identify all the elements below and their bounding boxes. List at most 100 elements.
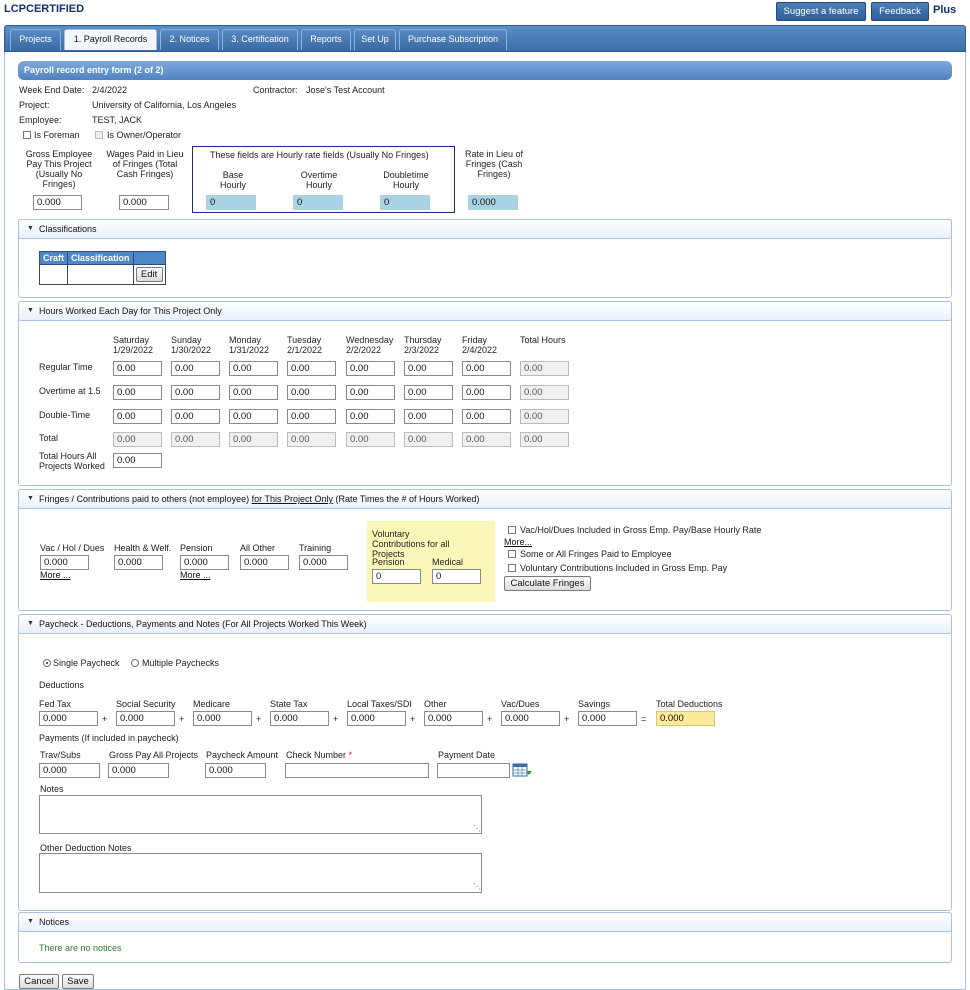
is-owner-checkbox[interactable] — [95, 131, 103, 139]
pension-input[interactable]: 0.000 — [180, 555, 229, 570]
hours-input[interactable]: 0.00 — [229, 409, 278, 424]
hours-input[interactable]: 0.00 — [171, 432, 220, 447]
paycheck-header[interactable]: ▼ Paycheck - Deductions, Payments and No… — [18, 614, 952, 634]
hours-input[interactable]: 0.00 — [113, 361, 162, 376]
hours-input[interactable]: 0.00 — [346, 432, 395, 447]
other-input[interactable]: 0.000 — [424, 711, 483, 726]
hours-input[interactable]: 0.00 — [404, 432, 453, 447]
hours-input[interactable]: 0.00 — [462, 432, 511, 447]
single-paycheck-radio[interactable] — [43, 659, 51, 667]
tab-notices[interactable]: 2. Notices — [160, 29, 219, 50]
hours-input[interactable]: 0.00 — [171, 409, 220, 424]
notices-header[interactable]: ▼ Notices — [18, 912, 952, 932]
vol-pension-input[interactable]: 0 — [372, 569, 421, 584]
gross-all-input[interactable]: 0.000 — [108, 763, 169, 778]
feedback-button[interactable]: Feedback — [871, 2, 929, 21]
tab-projects[interactable]: Projects — [10, 29, 61, 50]
tab-setup[interactable]: Set Up — [354, 29, 396, 50]
tab-certification[interactable]: 3. Certification — [222, 29, 298, 50]
all-other-input[interactable]: 0.000 — [240, 555, 289, 570]
resize-grip-icon[interactable]: ⋱ — [473, 824, 481, 833]
hours-input[interactable]: 0.00 — [287, 361, 336, 376]
hours-input[interactable]: 0.00 — [113, 385, 162, 400]
fed-tax-input[interactable]: 0.000 — [39, 711, 98, 726]
suggest-feature-button[interactable]: Suggest a feature — [776, 2, 866, 21]
total-deductions-input[interactable]: 0.000 — [656, 711, 715, 726]
hours-input[interactable]: 0.00 — [113, 432, 162, 447]
resize-grip-icon[interactable]: ⋱ — [473, 882, 481, 891]
hours-input[interactable]: 0.00 — [171, 385, 220, 400]
gross-pay-input[interactable]: 0.000 — [33, 195, 82, 210]
some-fringes-checkbox[interactable] — [508, 550, 516, 558]
hours-input[interactable]: 0.00 — [287, 409, 336, 424]
base-hourly-input[interactable]: 0 — [206, 195, 256, 210]
notes-textarea[interactable] — [39, 795, 482, 834]
paycheck-amount-input[interactable]: 0.000 — [205, 763, 266, 778]
cancel-button[interactable]: Cancel — [19, 974, 59, 989]
day-name: Sunday — [171, 335, 202, 345]
some-fringes-label: Some or All Fringes Paid to Employee — [520, 549, 672, 559]
vol-medical-input[interactable]: 0 — [432, 569, 481, 584]
tab-reports[interactable]: Reports — [301, 29, 351, 50]
doubletime-hourly-input[interactable]: 0 — [380, 195, 430, 210]
local-taxes-sdi-input[interactable]: 0.000 — [347, 711, 406, 726]
vac-more-link[interactable]: More ... — [40, 570, 71, 580]
hours-input[interactable]: 0.00 — [171, 361, 220, 376]
hours-input[interactable]: 0.00 — [287, 385, 336, 400]
day-name: Monday — [229, 335, 262, 345]
hours-row-total[interactable]: 0.00 — [520, 385, 569, 400]
hours-input[interactable]: 0.00 — [462, 409, 511, 424]
classifications-header[interactable]: ▼ Classifications — [18, 219, 952, 239]
hours-row-total[interactable]: 0.00 — [520, 361, 569, 376]
hours-input[interactable]: 0.00 — [462, 385, 511, 400]
hours-row-total[interactable]: 0.00 — [520, 409, 569, 424]
overtime-hourly-input[interactable]: 0 — [293, 195, 343, 210]
hours-input[interactable]: 0.00 — [404, 409, 453, 424]
multiple-paychecks-radio[interactable] — [131, 659, 139, 667]
hours-input[interactable]: 0.00 — [229, 361, 278, 376]
vac-input[interactable]: 0.000 — [40, 555, 89, 570]
hours-row-total[interactable]: 0.00 — [520, 432, 569, 447]
calendar-icon[interactable] — [512, 762, 532, 778]
pension-more-link[interactable]: More ... — [180, 570, 211, 580]
rate-lieu-input[interactable]: 0.000 — [468, 195, 518, 210]
tab-purchase-subscription[interactable]: Purchase Subscription — [399, 29, 507, 50]
trav-subs-input[interactable]: 0.000 — [39, 763, 100, 778]
check-number-input[interactable] — [285, 763, 429, 778]
all-projects-hours-input[interactable]: 0.00 — [113, 453, 162, 468]
calculate-fringes-button[interactable]: Calculate Fringes — [504, 576, 591, 591]
medicare-input[interactable]: 0.000 — [193, 711, 252, 726]
week-end-value: 2/4/2022 — [92, 85, 128, 95]
hours-header[interactable]: ▼ Hours Worked Each Day for This Project… — [18, 301, 952, 321]
hours-input[interactable]: 0.00 — [229, 432, 278, 447]
hours-input[interactable]: 0.00 — [229, 385, 278, 400]
other-deduction-notes-textarea[interactable] — [39, 853, 482, 893]
hours-input[interactable]: 0.00 — [346, 385, 395, 400]
hours-input[interactable]: 0.00 — [287, 432, 336, 447]
hours-input[interactable]: 0.00 — [404, 385, 453, 400]
hours-input[interactable]: 0.00 — [113, 409, 162, 424]
savings-input[interactable]: 0.000 — [578, 711, 637, 726]
hours-input[interactable]: 0.00 — [346, 409, 395, 424]
state-tax-input[interactable]: 0.000 — [270, 711, 329, 726]
training-input[interactable]: 0.000 — [299, 555, 348, 570]
hours-input[interactable]: 0.00 — [462, 361, 511, 376]
fringes-title-pre: Fringes / Contributions paid to others (… — [39, 494, 252, 504]
hours-input[interactable]: 0.00 — [404, 361, 453, 376]
health-input[interactable]: 0.000 — [114, 555, 163, 570]
voluntary-included-checkbox[interactable] — [508, 564, 516, 572]
social-security-input[interactable]: 0.000 — [116, 711, 175, 726]
is-foreman-checkbox[interactable] — [23, 131, 31, 139]
fringes-header[interactable]: ▼ Fringes / Contributions paid to others… — [18, 489, 952, 509]
hours-input[interactable]: 0.00 — [346, 361, 395, 376]
classification-table: Craft Classification Edit — [38, 251, 166, 285]
tab-payroll-records[interactable]: 1. Payroll Records — [64, 29, 157, 50]
payment-date-input[interactable] — [437, 763, 510, 778]
vac-included-checkbox[interactable] — [508, 526, 516, 534]
vac-dues-input[interactable]: 0.000 — [501, 711, 560, 726]
state-tax-label: State Tax — [270, 699, 308, 709]
fringe-options-more-link[interactable]: More... — [504, 537, 532, 547]
save-button[interactable]: Save — [62, 974, 94, 989]
wages-lieu-input[interactable]: 0.000 — [119, 195, 169, 210]
edit-classification-button[interactable]: Edit — [135, 267, 163, 282]
